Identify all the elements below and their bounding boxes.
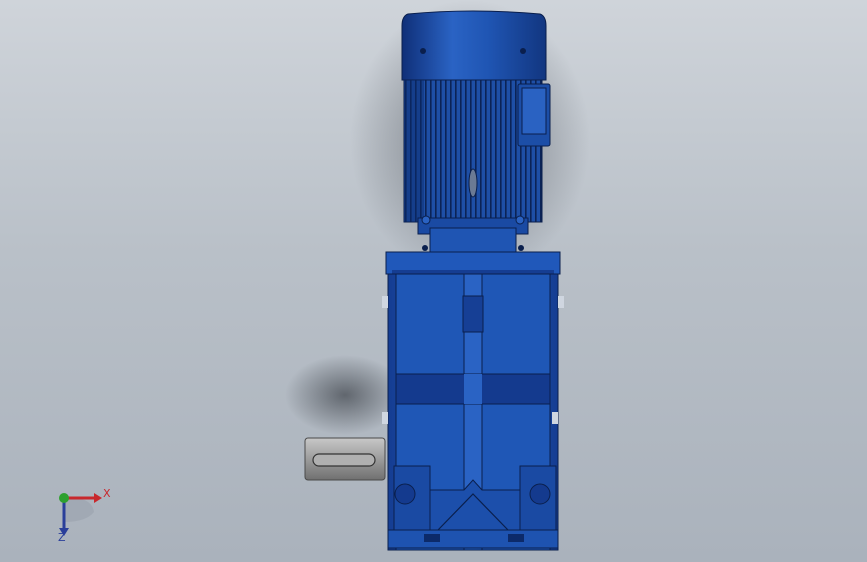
side-nub-left-low [382, 412, 388, 424]
base-slot-right [508, 534, 524, 542]
band-bolt-left [421, 215, 431, 225]
gearmotor-model[interactable] [0, 0, 867, 562]
center-web-collar [462, 295, 484, 333]
mid-band-center [464, 374, 482, 404]
shaft-keyway [312, 453, 376, 467]
x-axis-label: X [103, 487, 111, 500]
adapter-bolt-left [422, 245, 428, 251]
coordinate-triad[interactable]: X Z [40, 478, 130, 548]
x-axis-arrow [94, 493, 102, 503]
motor-fan-cover [401, 10, 547, 81]
terminal-box-lid [521, 87, 547, 135]
motor-adapter [429, 227, 517, 253]
side-nub-right-top [558, 296, 564, 308]
foot-boss-left [394, 483, 416, 505]
base-slot-left [424, 534, 440, 542]
foot-boss-right [529, 483, 551, 505]
cover-bolt-left [420, 48, 426, 54]
base-plate [387, 529, 559, 549]
motor-body-left-shade [404, 80, 424, 222]
triad-graphic [59, 493, 102, 536]
side-nub-right-low [552, 412, 558, 424]
cover-bolt-right [520, 48, 526, 54]
lifting-eye [468, 168, 478, 198]
y-axis-dot [59, 493, 69, 503]
band-bolt-right [515, 215, 525, 225]
graphics-viewport[interactable]: X Z [0, 0, 867, 562]
adapter-bolt-right [518, 245, 524, 251]
z-axis-label: Z [58, 531, 66, 544]
side-nub-left-top [382, 296, 388, 308]
